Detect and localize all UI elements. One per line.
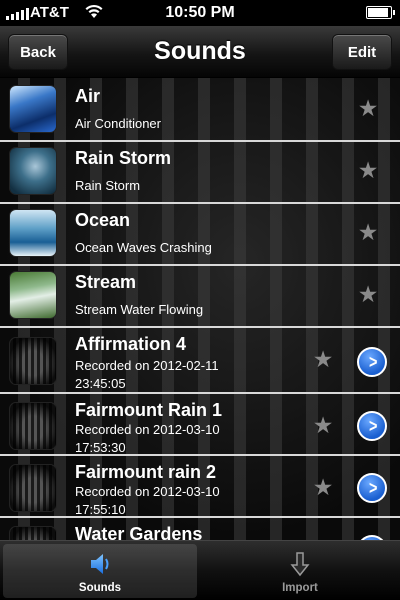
list-item-recording[interactable]: Affirmation 4 Recorded on 2012-02-11 23:… <box>0 328 400 394</box>
list-item-title: Rain Storm <box>75 148 172 168</box>
audio-recording-thumbnail <box>10 527 56 540</box>
recording-date: Recorded on 2012-03-10 <box>75 422 220 437</box>
stream-thumbnail <box>10 272 56 318</box>
list-item-title: Ocean <box>75 210 131 230</box>
list-item-recording[interactable]: Fairmount rain 2 Recorded on 2012-03-10 … <box>0 458 400 518</box>
recording-time: 17:53:30 <box>75 440 126 455</box>
rain-storm-thumbnail <box>10 148 56 194</box>
list-item-subtitle: Air Conditioner <box>75 116 161 131</box>
tab-label: Sounds <box>78 582 122 594</box>
air-conditioner-thumbnail <box>10 86 56 132</box>
detail-disclosure-button[interactable]: > <box>357 347 387 377</box>
list-item-subtitle: Rain Storm <box>75 178 141 193</box>
list-item-rain-storm[interactable]: Rain Storm Rain Storm ★ <box>0 142 400 204</box>
favorite-star-icon[interactable]: ★ <box>357 159 379 182</box>
list-item-title: Fairmount Rain 1 <box>75 400 223 420</box>
audio-recording-thumbnail <box>10 403 56 449</box>
tab-label: Import <box>282 582 318 594</box>
detail-disclosure-button[interactable]: > <box>357 473 387 503</box>
favorite-star-icon[interactable]: ★ <box>357 97 379 120</box>
favorite-star-icon[interactable]: ★ <box>312 476 334 499</box>
download-arrow-icon <box>203 550 397 578</box>
speaker-icon <box>3 550 197 578</box>
list-item-title: Water Gardens <box>75 524 203 540</box>
edit-button[interactable]: Edit <box>332 34 392 70</box>
favorite-star-icon[interactable]: ★ <box>357 221 379 244</box>
favorite-star-icon[interactable]: ★ <box>357 283 379 306</box>
recording-date: Recorded on 2012-02-11 <box>75 358 219 373</box>
list-item-subtitle: Ocean Waves Crashing <box>75 240 212 255</box>
list-item-title: Fairmount rain 2 <box>75 462 217 482</box>
list-item-air[interactable]: Air Air Conditioner ★ <box>0 80 400 142</box>
tab-sounds[interactable]: Sounds <box>3 544 197 598</box>
list-item-title: Air <box>75 86 101 106</box>
favorite-star-icon[interactable]: ★ <box>312 414 334 437</box>
list-item-subtitle: Recorded on 2012-03-10 17:55:10 <box>75 483 275 519</box>
list-item-title: Affirmation 4 <box>75 334 187 354</box>
recording-time: 17:55:10 <box>75 502 126 517</box>
status-bar: AT&T 10:50 PM <box>0 0 400 26</box>
recording-date: Recorded on 2012-03-10 <box>75 484 220 499</box>
detail-disclosure-button[interactable]: > <box>357 411 387 441</box>
recording-time: 23:45:05 <box>75 376 126 391</box>
sounds-list[interactable]: Air Air Conditioner ★ Rain Storm Rain St… <box>0 78 400 540</box>
clock: 10:50 PM <box>165 4 235 21</box>
list-item-title: Stream <box>75 272 137 292</box>
list-item-recording[interactable]: Water Gardens > <box>0 520 400 540</box>
favorite-star-icon[interactable]: ★ <box>312 348 334 371</box>
list-item-ocean[interactable]: Ocean Ocean Waves Crashing ★ <box>0 204 400 266</box>
list-item-subtitle: Stream Water Flowing <box>75 302 204 317</box>
battery-icon <box>366 6 395 19</box>
tab-bar: Sounds Import <box>0 540 400 600</box>
list-item-stream[interactable]: Stream Stream Water Flowing ★ <box>0 266 400 328</box>
tab-import[interactable]: Import <box>203 544 397 598</box>
list-item-recording[interactable]: Fairmount Rain 1 Recorded on 2012-03-10 … <box>0 396 400 456</box>
list-item-subtitle: Recorded on 2012-02-11 23:45:05 <box>75 357 275 393</box>
audio-recording-thumbnail <box>10 338 56 384</box>
audio-recording-thumbnail <box>10 465 56 511</box>
ocean-thumbnail <box>10 210 56 256</box>
list-item-subtitle: Recorded on 2012-03-10 17:53:30 <box>75 421 275 457</box>
navigation-bar: Back Sounds Edit <box>0 26 400 78</box>
